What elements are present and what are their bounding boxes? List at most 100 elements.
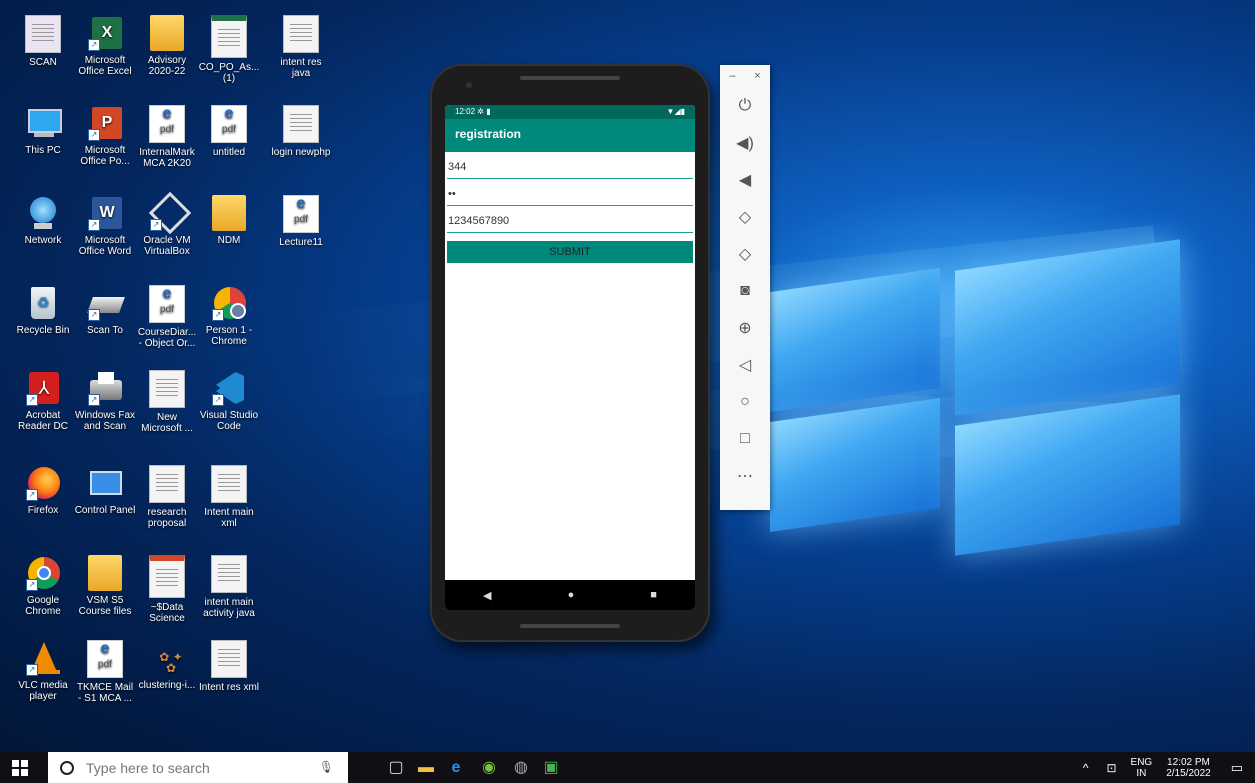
desktop-icon-intent-res-xml[interactable]: Intent res xml [198,640,260,693]
app-toolbar: registration [445,119,695,152]
rotate-left-icon[interactable]: ◇ [720,198,770,235]
power-icon[interactable]: ⏻ [720,87,770,124]
pdf-icon: e pdf [149,285,185,323]
phone-speaker [520,76,620,80]
desktop-icon-this-pc[interactable]: This PC [12,105,74,156]
desktop-icon-internalmark[interactable]: e pdf InternalMark MCA 2K20 [136,105,198,169]
task-view-icon[interactable]: ▢ [385,757,407,779]
camera-icon[interactable]: ◙ [720,272,770,309]
image-file-icon: ✿ ✦ ✿ [159,650,183,675]
scan-file-icon [25,15,61,53]
home-nav-icon[interactable]: ● [568,589,575,601]
sd-card-icon: ▮ [486,107,491,116]
rotate-right-icon[interactable]: ◇ [720,235,770,272]
back-icon[interactable]: ◁ [720,346,770,383]
microphone-icon[interactable]: 🎙 [319,760,334,774]
desktop-icon-login-newphp[interactable]: login newphp [270,105,332,158]
folder-icon [88,555,122,591]
taskbar-search-box[interactable]: Type here to search 🎙 [48,752,348,783]
folder-icon [212,195,246,231]
chrome-profile-taskbar-icon[interactable]: ◍ [510,757,532,779]
desktop-icon-network[interactable]: Network [12,195,74,246]
system-tray: ^ ⊡ ENG IN 12:02 PM 2/15/2022 ▭ [1073,752,1255,783]
desktop-icon-vscode[interactable]: ↗ Visual Studio Code [198,370,260,432]
internet-explorer-icon[interactable]: e [445,757,467,779]
start-windows-icon[interactable] [12,760,28,776]
file-explorer-icon[interactable]: ▬ [415,757,437,779]
vscode-icon: ↗ [212,370,246,406]
desktop-icon-intent-main-xml[interactable]: Intent main xml [198,465,260,529]
desktop-icon-untitled[interactable]: e pdf untitled [198,105,260,158]
desktop-icon-word[interactable]: W ↗ Microsoft Office Word [74,195,136,257]
desktop-icon-virtualbox[interactable]: ↗ Oracle VM VirtualBox [136,191,198,257]
desktop-icon-recycle-bin[interactable]: ♻ Recycle Bin [12,285,74,336]
notifications-icon[interactable]: ▭ [1219,760,1255,776]
network-icon [26,195,60,231]
word-document-icon [149,465,185,503]
desktop-icon-intent-main-activity[interactable]: intent main activity java [198,555,260,619]
excel-document-icon [211,15,247,58]
phone-field[interactable]: 1234567890 [447,206,693,233]
vlc-cone-icon: ↗ [26,640,60,676]
desktop-icon-tkmce-mail[interactable]: e pdf TKMCE Mail - S1 MCA ... [74,640,136,704]
desktop-icon-co-po[interactable]: CO_PO_As... (1) [198,15,260,84]
emulator-taskbar-icon[interactable]: ▣ [540,757,562,779]
desktop-icon-coursediary[interactable]: e pdf CourseDiar... - Object Or... [136,285,198,349]
firefox-icon: ↗ [26,465,60,501]
desktop-icon-clustering[interactable]: ✿ ✦ ✿ clustering-i... [136,640,198,691]
back-nav-icon[interactable]: ◀ [483,589,491,602]
close-icon[interactable]: × [754,70,760,82]
android-studio-icon[interactable]: ◉ [478,757,500,779]
overview-icon[interactable]: □ [720,420,770,457]
text-file-icon [211,555,247,593]
desktop-icon-lecture11[interactable]: e pdf Lecture11 [270,195,332,248]
excel-icon: X ↗ [88,15,122,51]
home-icon[interactable]: ○ [720,383,770,420]
desktop-icon-acrobat[interactable]: ⅄ ↗ Acrobat Reader DC [12,370,74,432]
chrome-icon: ↗ [26,555,60,591]
computer-icon [26,105,62,141]
desktop-icon-firefox[interactable]: ↗ Firefox [12,465,74,516]
volume-down-icon[interactable]: ◀ [720,161,770,198]
word-document-icon [149,370,185,408]
android-emulator-phone: 12:02 ✲ ▮ ▼◢▮ registration 344 •• 123456… [430,64,710,642]
show-hidden-icons-icon[interactable]: ^ [1073,761,1099,775]
desktop-icon-advisory[interactable]: Advisory 2020-22 [136,15,198,77]
phone-speaker-bottom [520,624,620,628]
password-field[interactable]: •• [447,179,693,206]
desktop-icon-data-science[interactable]: ~$Data Science [136,555,198,624]
desktop-icon-windows-fax[interactable]: ↗ Windows Fax and Scan [74,370,136,432]
desktop-icon-intent-res-java[interactable]: intent res java [270,15,332,79]
desktop-icon-vlc[interactable]: ↗ VLC media player [12,640,74,702]
desktop-icon-research-proposal[interactable]: research proposal [136,465,198,529]
text-file-icon [211,465,247,503]
more-icon[interactable]: ⋯ [720,457,770,494]
desktop-icon-scan[interactable]: SCAN [12,15,74,68]
text-file-icon [211,640,247,678]
volume-up-icon[interactable]: ◀) [720,124,770,161]
clock[interactable]: 12:02 PM 2/15/2022 [1158,757,1219,779]
phone-screen: 12:02 ✲ ▮ ▼◢▮ registration 344 •• 123456… [445,105,695,610]
android-nav-bar: ◀ ● ■ [445,580,695,610]
desktop-icon-control-panel[interactable]: Control Panel [74,465,136,516]
desktop-icon-powerpoint[interactable]: P ↗ Microsoft Office Po... [74,105,136,167]
desktop-icon-excel[interactable]: X ↗ Microsoft Office Excel [74,15,136,77]
recents-nav-icon[interactable]: ■ [650,589,657,601]
submit-button[interactable]: SUBMIT [447,241,693,263]
desktop: SCAN This PC Network ♻ Recycle Bin ⅄ ↗ Acro… [0,0,1255,752]
windows-logo [760,239,1230,570]
network-tray-icon[interactable]: ⊡ [1098,761,1124,775]
zoom-icon[interactable]: ⊕ [720,309,770,346]
desktop-icon-vsm-s5[interactable]: VSM S5 Course files [74,555,136,617]
desktop-icon-scan-to[interactable]: ↗ Scan To [74,285,136,336]
registration-field-1[interactable]: 344 [447,152,693,179]
desktop-icon-new-microsoft[interactable]: New Microsoft ... [136,370,198,434]
language-indicator[interactable]: ENG IN [1125,757,1159,779]
desktop-icon-ndm[interactable]: NDM [198,195,260,246]
desktop-icon-person1-chrome[interactable]: ↗ Person 1 - Chrome [198,285,260,347]
text-file-icon [283,105,319,143]
desktop-icon-google-chrome[interactable]: ↗ Google Chrome [12,555,74,617]
folder-icon [150,15,184,51]
minimize-icon[interactable]: – [729,70,735,82]
phone-camera [466,82,472,88]
